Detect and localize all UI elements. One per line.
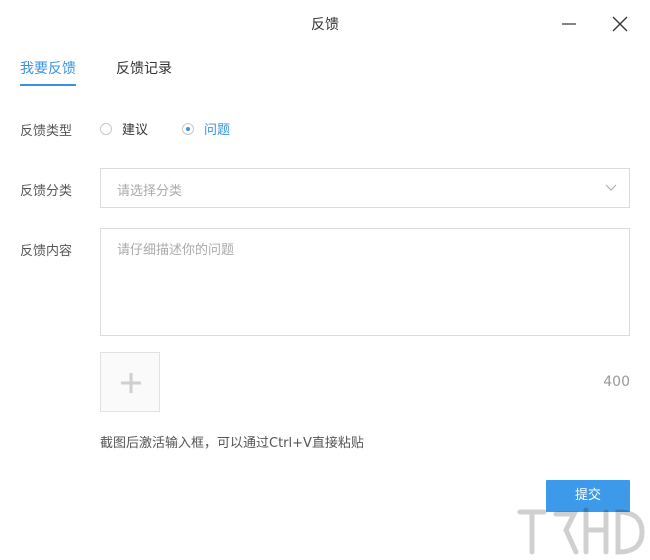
feedback-type-label: 反馈类型 [20, 124, 73, 139]
radio-suggestion-label: 建议 [122, 123, 149, 138]
feedback-content-textarea[interactable]: 请仔细描述你的问题 [100, 228, 630, 336]
radio-circle [100, 122, 112, 135]
feedback-category-label: 反馈分类 [20, 184, 73, 199]
category-placeholder: 请选择分类 [117, 184, 183, 199]
close-button[interactable] [608, 12, 632, 36]
chevron-down-icon [605, 184, 617, 191]
radio-problem-label: 问题 [204, 123, 231, 138]
close-icon [612, 16, 628, 32]
content-placeholder: 请仔细描述你的问题 [117, 243, 235, 258]
radio-suggestion[interactable]: 建议 [100, 119, 148, 138]
watermark-logo [517, 507, 645, 555]
plus-icon [121, 373, 141, 393]
radio-circle-checked [182, 122, 194, 135]
category-select[interactable]: 请选择分类 [100, 168, 630, 208]
radio-problem[interactable]: 问题 [182, 119, 230, 138]
minimize-icon [562, 23, 576, 25]
tab-my-feedback[interactable]: 我要反馈 [20, 58, 76, 86]
tab-feedback-records[interactable]: 反馈记录 [116, 58, 172, 86]
window-title: 反馈 [311, 17, 339, 33]
paste-hint: 截图后激活输入框，可以通过Ctrl+V直接粘贴 [100, 436, 364, 451]
image-upload-button[interactable] [100, 352, 160, 412]
feedback-content-label: 反馈内容 [20, 244, 73, 259]
title-bar: 反馈 [0, 0, 650, 48]
minimize-button[interactable] [557, 12, 581, 36]
char-count: 400 [603, 374, 630, 390]
